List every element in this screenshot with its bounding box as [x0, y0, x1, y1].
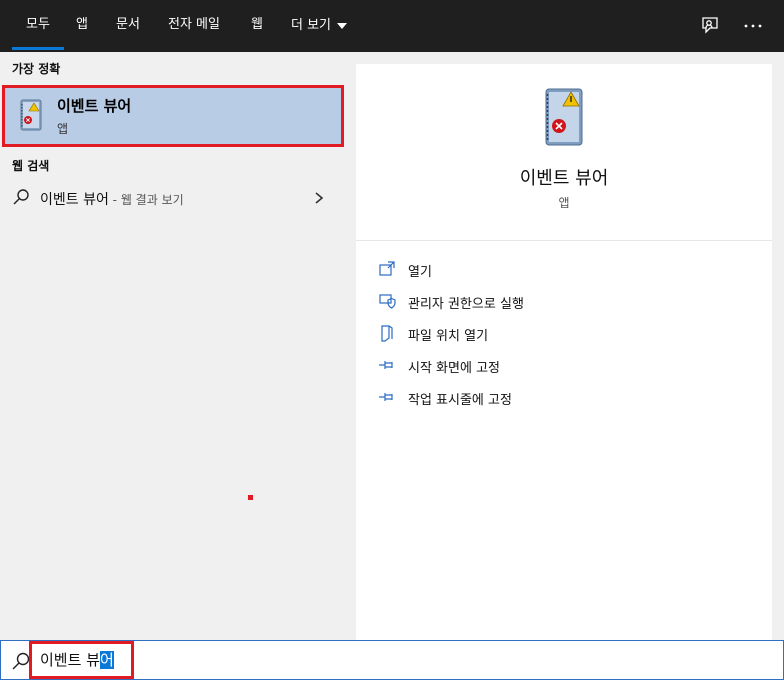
open-icon [378, 260, 396, 278]
web-search-heading: 웹 검색 [12, 159, 50, 173]
tab-email-label: 전자 메일 [168, 17, 220, 32]
more-options-icon[interactable] [741, 14, 765, 38]
tab-apps[interactable]: 앱 [76, 0, 92, 52]
tab-more-label: 더 보기 [291, 18, 332, 33]
divider [356, 240, 772, 241]
pin-icon [378, 356, 396, 374]
tab-all-label: 모두 [26, 17, 50, 32]
tab-web-label: 웹 [251, 17, 263, 32]
action-open[interactable]: 열기 [378, 258, 758, 282]
pin-icon [378, 388, 396, 406]
web-result-query: 이벤트 뷰어 [40, 192, 109, 208]
best-match-heading: 가장 정확 [12, 62, 61, 76]
event-viewer-large-icon [540, 86, 588, 148]
web-result-hint: - 웹 결과 보기 [108, 193, 184, 207]
tab-web[interactable]: 웹 [251, 0, 267, 52]
tab-more[interactable]: 더 보기 [291, 0, 355, 52]
marker-dot [248, 495, 253, 500]
action-run-as-admin-label: 관리자 권한으로 실행 [408, 297, 524, 312]
results-panel: 가장 정확 이벤트 뷰어 앱 웹 검색 이벤트 뷰어 - 웹 결과 보기 [0, 52, 344, 640]
action-pin-to-start[interactable]: 시작 화면에 고정 [378, 354, 758, 378]
search-filter-bar: 모두 앱 문서 전자 메일 웹 더 보기 [0, 0, 784, 52]
action-open-label: 열기 [408, 265, 432, 280]
action-pin-to-start-label: 시작 화면에 고정 [408, 361, 500, 376]
action-pin-to-taskbar[interactable]: 작업 표시줄에 고정 [378, 386, 758, 410]
best-match-subtitle: 앱 [57, 122, 69, 136]
tab-apps-label: 앱 [76, 17, 88, 32]
web-result-text: 이벤트 뷰어 - 웹 결과 보기 [40, 189, 184, 209]
action-run-as-admin[interactable]: 관리자 권한으로 실행 [378, 290, 758, 314]
tab-all[interactable]: 모두 [12, 0, 64, 52]
preview-app-type: 앱 [558, 196, 570, 210]
tab-documents-label: 문서 [116, 17, 140, 32]
feedback-icon[interactable] [698, 14, 722, 38]
web-search-result[interactable]: 이벤트 뷰어 - 웹 결과 보기 [0, 180, 344, 216]
tab-documents[interactable]: 문서 [116, 0, 146, 52]
tab-email[interactable]: 전자 메일 [168, 0, 228, 52]
search-icon [11, 651, 31, 671]
preview-app-name: 이벤트 뷰어 [519, 168, 609, 189]
best-match-title: 이벤트 뷰어 [57, 97, 132, 115]
active-tab-indicator [12, 47, 64, 50]
shield-icon [378, 292, 396, 310]
action-open-file-location-label: 파일 위치 열기 [408, 329, 489, 344]
search-highlight-box [29, 641, 134, 679]
search-icon [12, 188, 30, 206]
preview-panel: 이벤트 뷰어 앱 열기 관리자 권한으로 실행 파일 위치 열기 시작 화면에 … [356, 64, 772, 640]
chevron-down-icon [337, 23, 348, 29]
event-viewer-icon [17, 98, 45, 132]
file-location-icon [378, 324, 396, 342]
action-pin-to-taskbar-label: 작업 표시줄에 고정 [408, 393, 512, 408]
action-open-file-location[interactable]: 파일 위치 열기 [378, 322, 758, 346]
best-match-result[interactable]: 이벤트 뷰어 앱 [2, 85, 344, 147]
chevron-right-icon[interactable] [313, 190, 325, 204]
